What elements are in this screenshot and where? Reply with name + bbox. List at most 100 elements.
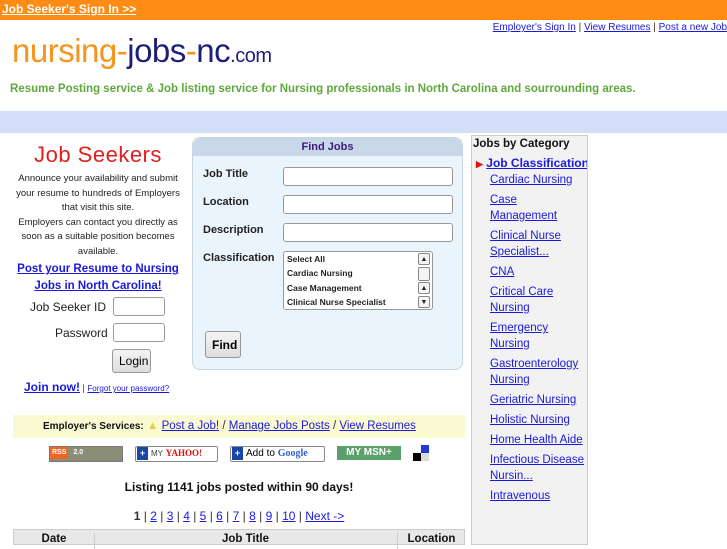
category-title: Jobs by Category [473, 138, 570, 150]
employer-sign-in-link[interactable]: Employer's Sign In [493, 22, 576, 33]
view-resumes-link[interactable]: View Resumes [584, 22, 651, 33]
scroll-up-icon[interactable]: ▲ [418, 253, 430, 265]
my-msn-badge[interactable]: MY MSN+ [337, 446, 401, 460]
page-link[interactable]: 5 [200, 509, 207, 523]
column-header-date[interactable]: Date [14, 533, 95, 549]
job-title-label: Job Title [203, 168, 249, 180]
delicious-icon[interactable] [413, 445, 429, 461]
seeker-id-input[interactable] [113, 297, 165, 316]
manage-jobs-link[interactable]: Manage Jobs Posts [229, 420, 330, 432]
page-link[interactable]: 8 [249, 509, 256, 523]
category-link[interactable]: Holistic Nursing [490, 414, 570, 426]
job-seekers-title: Job Seekers [34, 142, 162, 167]
rss-badge[interactable]: RSS 2.0 [49, 446, 123, 462]
password-row: Password [55, 323, 165, 342]
next-page-link[interactable]: Next -> [305, 509, 344, 523]
logo-part: nc [196, 32, 231, 69]
page-link[interactable]: 3 [167, 509, 174, 523]
classification-listbox[interactable]: Select All Cardiac Nursing Case Manageme… [283, 251, 433, 310]
classification-option[interactable]: Case Management [284, 281, 432, 295]
category-link[interactable]: Home Health Aide [490, 434, 583, 446]
tagline: Resume Posting service & Job listing ser… [10, 83, 636, 95]
job-seekers-panel: Job Seekers Announce your availability a… [8, 142, 188, 295]
join-row: Join now! | Forgot your password? [24, 380, 169, 394]
scrollbar-thumb[interactable] [418, 267, 430, 281]
classification-option[interactable]: Select All [284, 252, 432, 266]
yahoo-my: MY [151, 449, 163, 458]
find-jobs-panel: Find Jobs Job Title Location Description… [192, 137, 463, 370]
category-link[interactable]: Cardiac Nursing [490, 174, 572, 186]
column-header-location[interactable]: Location [397, 533, 466, 545]
job-classification-link[interactable]: Job Classification [486, 156, 587, 170]
job-seeker-sign-in-link[interactable]: Job Seeker's Sign In >> [2, 2, 136, 16]
separator: / [222, 420, 226, 432]
post-job-link[interactable]: Post a Job! [162, 420, 220, 432]
page-link[interactable]: 7 [233, 509, 240, 523]
column-header-job-title[interactable]: Job Title [94, 533, 398, 549]
page-link[interactable]: 6 [216, 509, 223, 523]
scroll-down-icon[interactable]: ▼ [418, 296, 430, 308]
yahoo-label: YAHOO! [165, 448, 202, 458]
logo-dash: - [185, 32, 197, 69]
category-link[interactable]: Emergency Nursing [490, 322, 548, 350]
job-title-input[interactable] [283, 167, 453, 186]
google-add: Add to [246, 448, 275, 459]
employer-top-links: Employer's Sign In | View Resumes | Post… [492, 22, 727, 33]
job-classification-heading: ▶ Job Classification [476, 156, 587, 170]
job-seekers-text: Announce your availability and submit yo… [8, 172, 188, 259]
logo-dash: - [116, 32, 128, 69]
join-now-link[interactable]: Join now! [24, 380, 80, 394]
post-resume-link[interactable]: Post your Resume to Nursing Jobs in Nort… [8, 261, 188, 295]
page-link[interactable]: 4 [183, 509, 190, 523]
login-button[interactable]: Login [112, 349, 151, 373]
category-link[interactable]: CNA [490, 266, 514, 278]
nav-bar [0, 111, 727, 133]
my-yahoo-badge[interactable]: + MY YAHOO! [135, 446, 218, 462]
description-input[interactable] [283, 223, 453, 242]
add-to-google-badge[interactable]: + Add to Google [230, 446, 325, 462]
jobs-by-category-panel: Jobs by Category ▶ Job Classification Ca… [471, 135, 588, 545]
site-logo[interactable]: nursing-jobs-nc.com [12, 32, 272, 70]
category-link[interactable]: Gastroenterology Nursing [490, 358, 578, 386]
current-page: 1 [133, 509, 141, 523]
category-link[interactable]: Infectious Disease Nursin... [490, 454, 584, 482]
page-link[interactable]: 10 [282, 509, 295, 523]
post-new-job-link[interactable]: Post a new Job [659, 22, 727, 33]
plus-icon: + [137, 447, 148, 460]
page-link[interactable]: 2 [150, 509, 157, 523]
category-list: Cardiac Nursing Case Management Clinical… [472, 172, 587, 504]
category-link[interactable]: Critical Care Nursing [490, 286, 553, 314]
plus-icon: + [232, 447, 243, 460]
logo-part: jobs [127, 32, 186, 69]
arrow-right-icon: ▶ [476, 159, 483, 169]
employer-services-bar: Employer's Services: ▲ Post a Job! / Man… [13, 415, 465, 438]
password-input[interactable] [113, 323, 165, 342]
separator: / [332, 420, 337, 432]
jobs-table-header: Date Job Title Location [13, 529, 466, 549]
top-bar: Job Seeker's Sign In >> [0, 0, 727, 20]
seekers-text-1: Announce your availability and submit yo… [16, 173, 180, 213]
forgot-password-link[interactable]: Forgot your password? [87, 384, 169, 393]
find-button[interactable]: Find [205, 331, 241, 358]
rss-version: 2.0 [73, 449, 84, 456]
category-link[interactable]: Intravenous [490, 490, 550, 502]
location-input[interactable] [283, 195, 453, 214]
employer-services-label: Employer's Services: [43, 421, 144, 432]
password-label: Password [55, 326, 108, 340]
separator: | [82, 383, 85, 393]
seekers-text-2: Employers can contact you directly as so… [18, 216, 178, 257]
seeker-id-row: Job Seeker ID [30, 297, 165, 316]
category-link[interactable]: Case Management [490, 194, 557, 222]
category-link[interactable]: Clinical Nurse Specialist... [490, 230, 561, 258]
page-link[interactable]: 9 [266, 509, 273, 523]
view-resumes-link[interactable]: View Resumes [339, 420, 416, 432]
logo-part: nursing [12, 32, 117, 69]
classification-option[interactable]: Cardiac Nursing [284, 266, 432, 280]
pagination: 1 | 2 | 3 | 4 | 5 | 6 | 7 | 8 | 9 | 10 |… [133, 509, 345, 523]
category-link[interactable]: Geriatric Nursing [490, 394, 576, 406]
listing-count: Listing 1141 jobs posted within 90 days! [124, 480, 354, 494]
find-jobs-title: Find Jobs [193, 138, 462, 156]
google-label: Google [277, 448, 308, 459]
classification-option[interactable]: Clinical Nurse Specialist [284, 295, 432, 309]
scroll-up-icon[interactable]: ▲ [418, 282, 430, 294]
